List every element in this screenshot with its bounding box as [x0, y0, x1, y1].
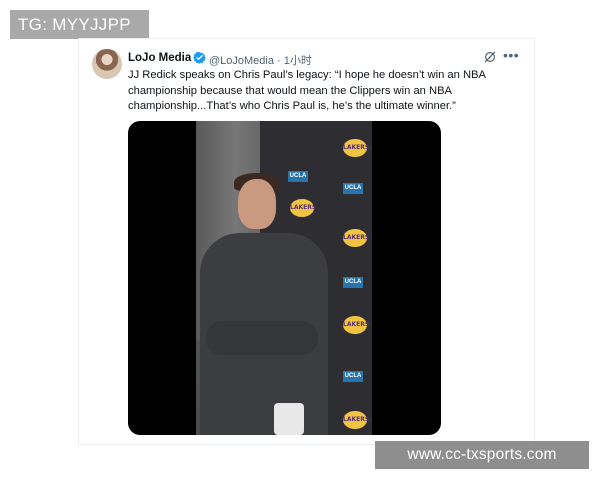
- person-head: [238, 179, 276, 229]
- ucla-logo: UCLA: [343, 371, 363, 382]
- tg-badge: TG: MYYJJPP: [10, 10, 149, 39]
- site-watermark: www.cc-txsports.com: [375, 441, 589, 469]
- video-frame: LAKERS UCLA LAKERS UCLA LAKERS UCLA LAKE…: [196, 121, 372, 435]
- handle-and-time[interactable]: @LoJoMedia · 1小时: [209, 52, 312, 68]
- verified-badge-icon: [193, 51, 206, 64]
- page: TG: MYYJJPP LoJo Media @LoJoMedia · 1小时 …: [0, 0, 600, 480]
- ucla-logo: UCLA: [288, 171, 308, 182]
- lakers-logo: LAKERS: [343, 229, 369, 247]
- person-crossed-arms: [206, 321, 318, 355]
- lakers-logo: LAKERS: [290, 199, 316, 217]
- recording-phone: [274, 403, 304, 435]
- avatar[interactable]: [92, 49, 122, 79]
- tweet-text: JJ Redick speaks on Chris Paul’s legacy:…: [128, 69, 486, 112]
- more-dots-icon[interactable]: •••: [503, 47, 519, 63]
- author-name[interactable]: LoJo Media: [128, 52, 191, 64]
- ucla-logo: UCLA: [343, 277, 363, 288]
- tweet-media-video[interactable]: LAKERS UCLA LAKERS UCLA LAKERS UCLA LAKE…: [128, 121, 441, 435]
- tweet-card[interactable]: LoJo Media @LoJoMedia · 1小时 ••• JJ Redic…: [78, 38, 535, 445]
- grok-icon[interactable]: [483, 50, 497, 64]
- lakers-logo: LAKERS: [343, 316, 369, 334]
- lakers-logo: LAKERS: [343, 139, 369, 157]
- lakers-logo: LAKERS: [343, 411, 369, 429]
- ucla-logo: UCLA: [343, 183, 363, 194]
